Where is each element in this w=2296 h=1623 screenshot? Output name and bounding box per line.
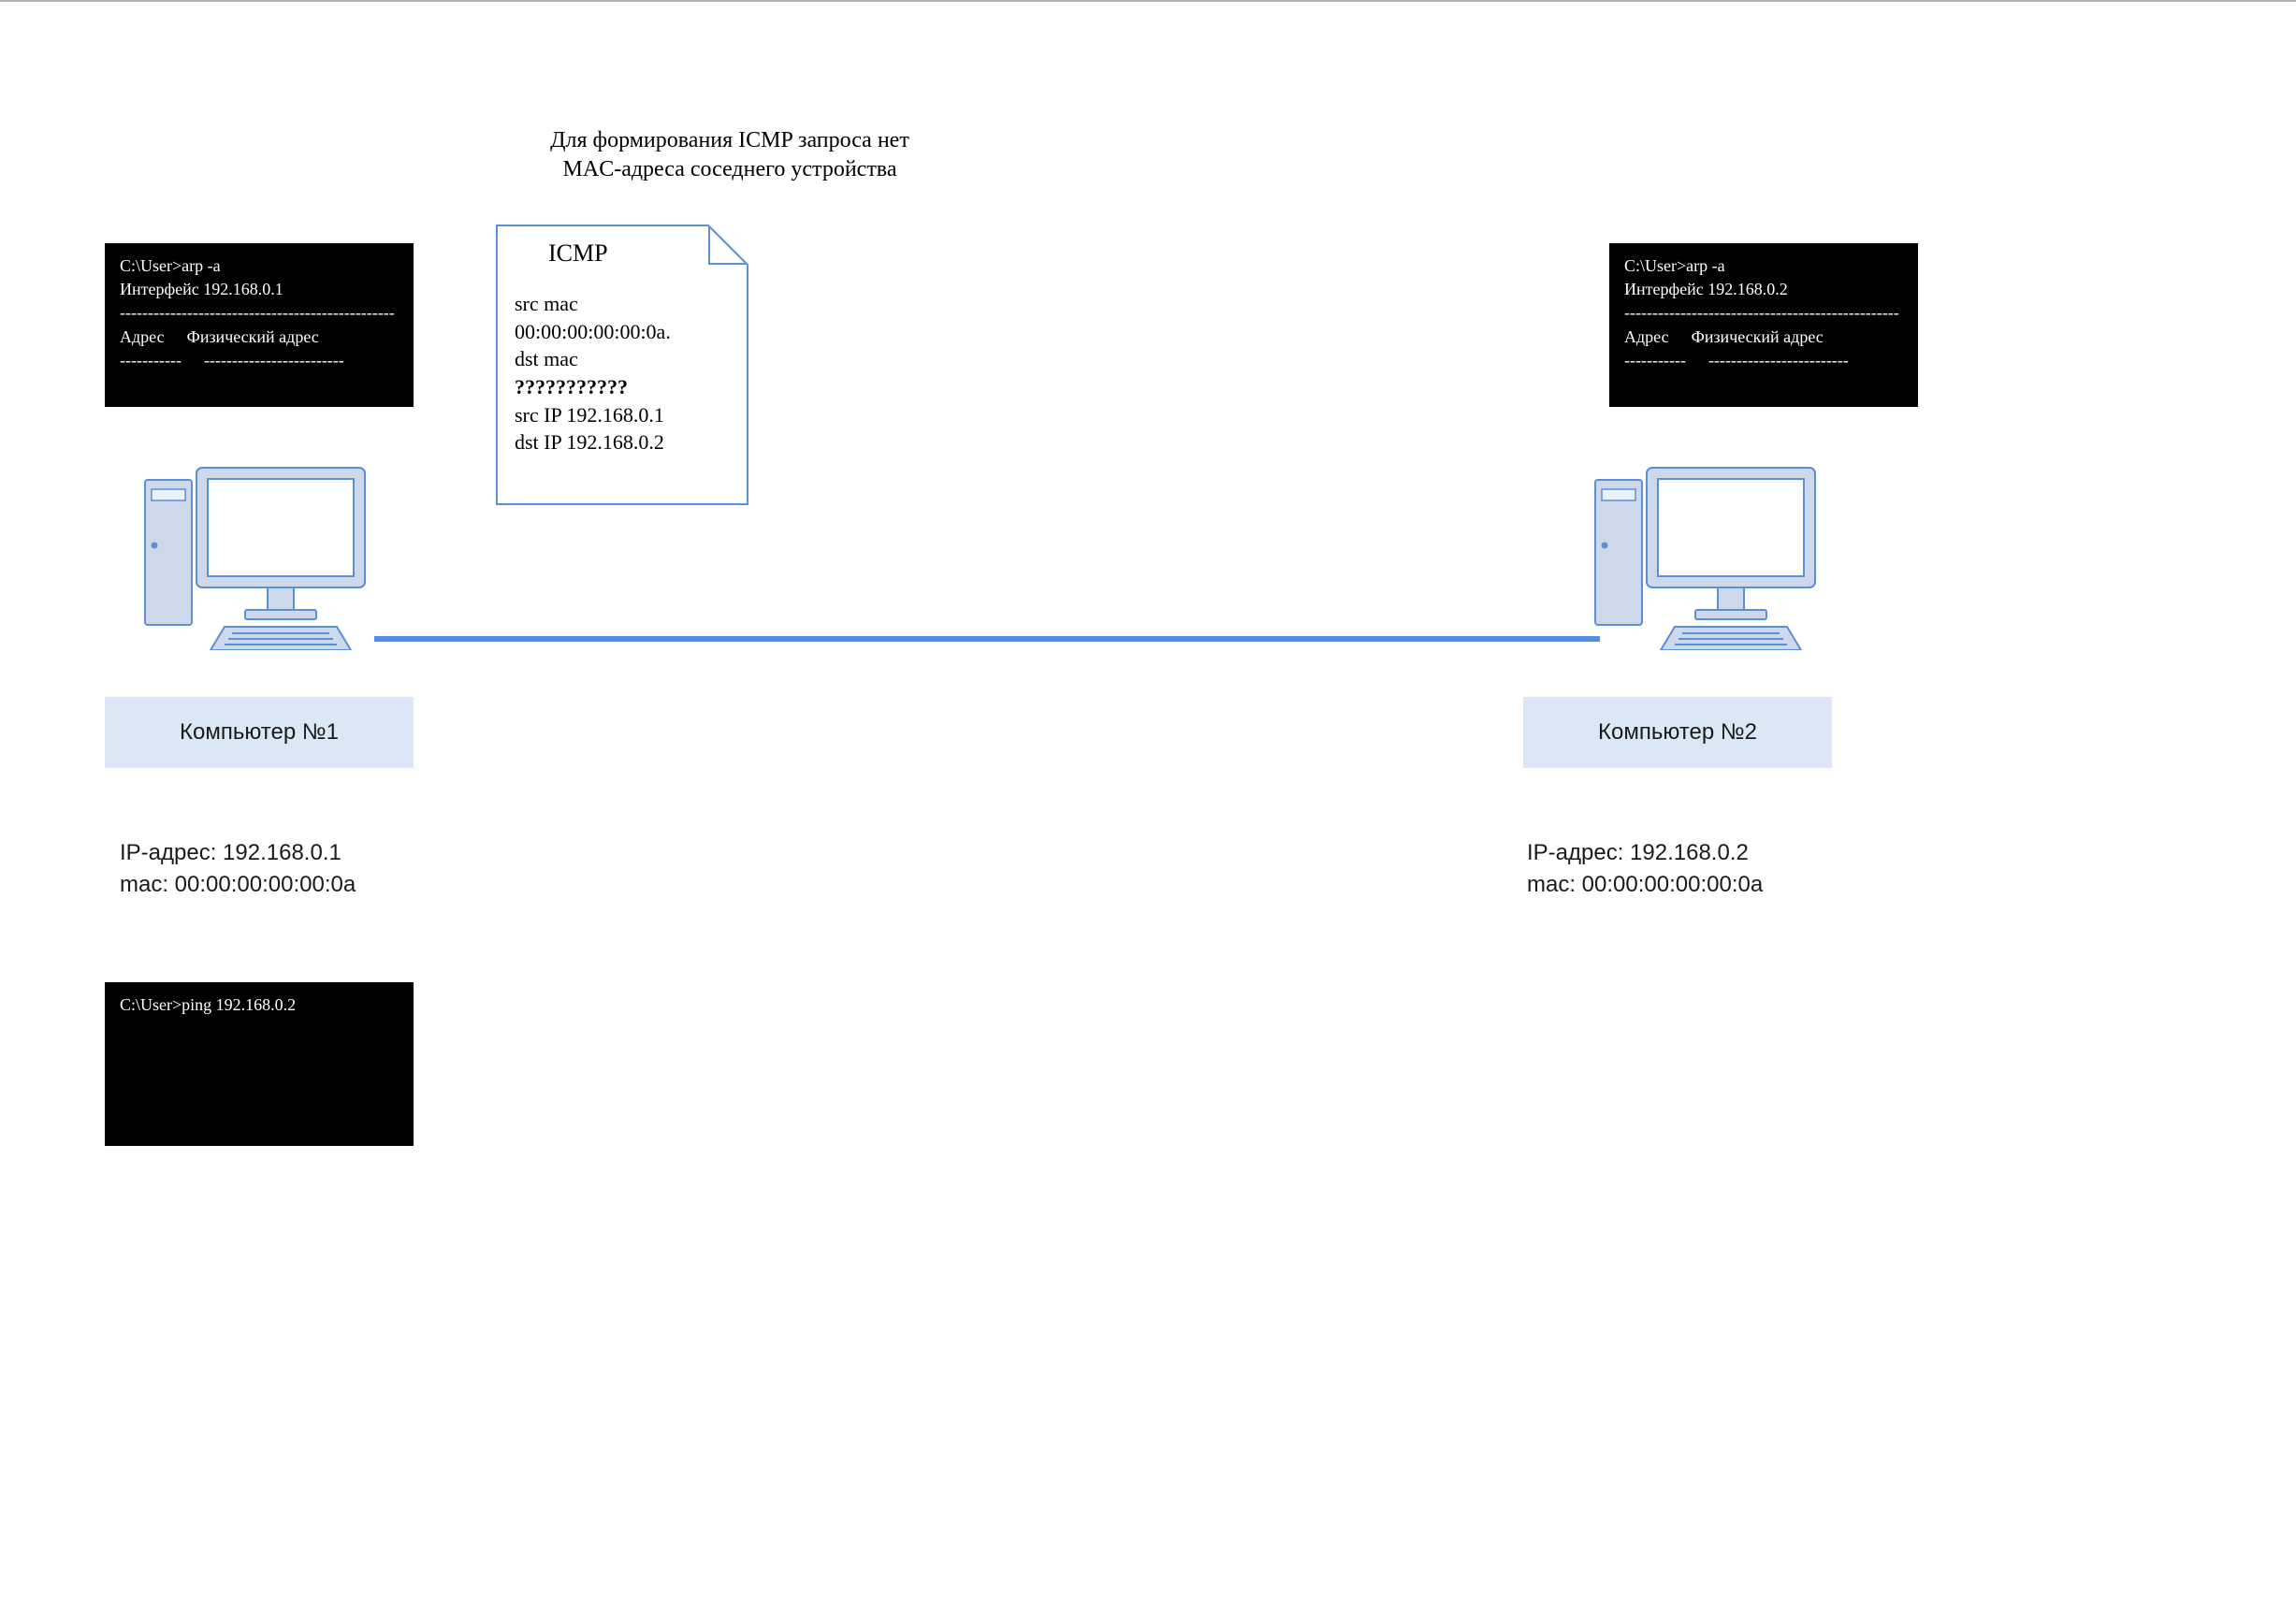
terminal-col-addr: Адрес <box>1624 326 1669 349</box>
terminal-iface: Интерфейс 192.168.0.2 <box>1624 278 1903 301</box>
icmp-body: src mac 00:00:00:00:00:0a. dst mac ?????… <box>498 290 747 456</box>
diagram-caption: Для формирования ICMP запроса нет MAC-ад… <box>468 126 992 184</box>
terminal-headers: Адрес Физический адрес <box>1624 326 1903 349</box>
caption-line2: MAC-адреса соседнего устройства <box>468 155 992 184</box>
page-top-border <box>0 0 2296 2</box>
computer-2-icon <box>1591 463 1834 650</box>
dash-col2: ------------------------- <box>1708 349 1849 372</box>
terminal-col-mac: Физический адрес <box>187 326 319 349</box>
terminal-col-mac: Физический адрес <box>1692 326 1824 349</box>
pc1-mac: mac: 00:00:00:00:00:0a <box>120 869 356 901</box>
computer-1-label: Компьютер №1 <box>180 719 339 745</box>
terminal-ping: C:\User>ping 192.168.0.2 <box>105 982 414 1146</box>
terminal-cmd: C:\User>arp -a <box>120 254 399 278</box>
terminal-divider-cols: ----------- ------------------------- <box>120 349 399 372</box>
terminal-divider: ----------------------------------------… <box>1624 301 1903 325</box>
computer-2-label: Компьютер №2 <box>1598 719 1757 745</box>
computer-2-address: IP-адрес: 192.168.0.2 mac: 00:00:00:00:0… <box>1527 837 1763 900</box>
caption-line1: Для формирования ICMP запроса нет <box>468 126 992 155</box>
terminal-iface: Интерфейс 192.168.0.1 <box>120 278 399 301</box>
computer-1-address: IP-адрес: 192.168.0.1 mac: 00:00:00:00:0… <box>120 837 356 900</box>
terminal-divider: ----------------------------------------… <box>120 301 399 325</box>
terminal-arp-left: C:\User>arp -a Интерфейс 192.168.0.1 ---… <box>105 243 414 407</box>
dash-col1: ----------- <box>120 349 182 372</box>
icmp-dst-mac-unknown: ??????????? <box>515 373 730 401</box>
icmp-src-ip: src IP 192.168.0.1 <box>515 401 730 429</box>
pc2-mac: mac: 00:00:00:00:00:0a <box>1527 869 1763 901</box>
pc2-ip: IP-адрес: 192.168.0.2 <box>1527 837 1763 869</box>
computer-1-label-box: Компьютер №1 <box>105 697 414 768</box>
icmp-dst-mac-label: dst mac <box>515 345 730 373</box>
computer-2-label-box: Компьютер №2 <box>1523 697 1832 768</box>
icmp-dst-ip: dst IP 192.168.0.2 <box>515 428 730 456</box>
dash-col2: ------------------------- <box>204 349 344 372</box>
terminal-arp-right: C:\User>arp -a Интерфейс 192.168.0.2 ---… <box>1609 243 1918 407</box>
icmp-src-mac: 00:00:00:00:00:0a. <box>515 318 730 346</box>
terminal-divider-cols: ----------- ------------------------- <box>1624 349 1903 372</box>
note-fold-icon <box>707 225 748 266</box>
icmp-src-mac-label: src mac <box>515 290 730 318</box>
terminal-col-addr: Адрес <box>120 326 165 349</box>
dash-col1: ----------- <box>1624 349 1686 372</box>
terminal-headers: Адрес Физический адрес <box>120 326 399 349</box>
network-link <box>374 636 1600 642</box>
computer-1-icon <box>140 463 384 650</box>
pc1-ip: IP-адрес: 192.168.0.1 <box>120 837 356 869</box>
terminal-cmd: C:\User>ping 192.168.0.2 <box>120 993 399 1017</box>
icmp-packet-note: ICMP src mac 00:00:00:00:00:0a. dst mac … <box>496 225 748 505</box>
terminal-cmd: C:\User>arp -a <box>1624 254 1903 278</box>
